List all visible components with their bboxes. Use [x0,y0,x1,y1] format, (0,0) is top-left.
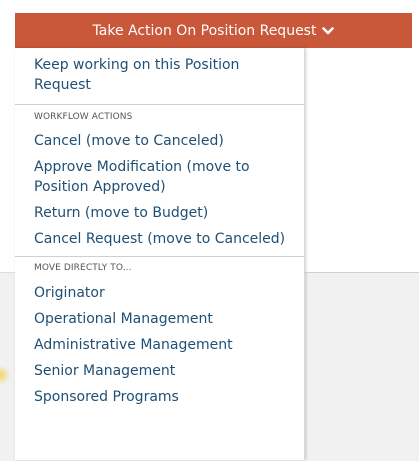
divider [309,272,419,273]
menu-item-cancel-request[interactable]: Cancel Request (move to Canceled) [15,229,304,256]
menu-header-move-directly: MOVE DIRECTLY TO... [34,263,132,273]
menu-header-workflow-actions: WORKFLOW ACTIONS [34,112,133,122]
menu-item-return[interactable]: Return (move to Budget) [15,203,304,229]
action-dropdown-menu: Keep working on this Position Request WO… [15,48,305,460]
menu-item-sponsored-programs[interactable]: Sponsored Programs [15,387,304,413]
take-action-button[interactable]: Take Action On Position Request [15,13,412,48]
chevron-down-icon [322,26,335,36]
menu-item-approve-modification[interactable]: Approve Modification (move to Position A… [15,157,304,203]
menu-item-keep-working[interactable]: Keep working on this Position Request [15,48,304,104]
highlight-marker [0,366,10,384]
menu-item-administrative-management[interactable]: Administrative Management [15,335,304,361]
take-action-label: Take Action On Position Request [92,22,317,39]
menu-item-originator[interactable]: Originator [15,280,304,309]
menu-item-cancel[interactable]: Cancel (move to Canceled) [15,129,304,157]
menu-item-senior-management[interactable]: Senior Management [15,361,304,387]
menu-item-operational-management[interactable]: Operational Management [15,309,304,335]
